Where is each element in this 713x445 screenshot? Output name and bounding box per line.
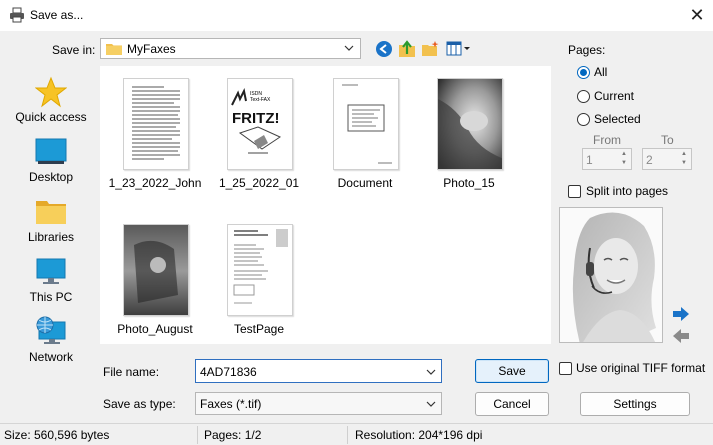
printer-icon — [10, 7, 24, 23]
view-menu-icon[interactable] — [446, 41, 471, 57]
status-size: Size: 560,596 bytes — [4, 428, 110, 442]
back-icon[interactable] — [375, 40, 393, 58]
tiff-format-label[interactable]: Use original TIFF format — [576, 361, 705, 375]
places-bar: Quick access Desktop Libraries This PC N… — [8, 66, 94, 364]
to-label: To — [661, 133, 674, 147]
save-type-value: Faxes (*.tif) — [200, 397, 262, 411]
network-icon — [36, 316, 66, 344]
to-page-value: 2 — [646, 153, 653, 167]
preview-image — [559, 207, 663, 343]
desktop-icon — [35, 138, 67, 164]
title-bar: Save as... ✕ — [0, 0, 713, 31]
save-in-combobox[interactable]: MyFaxes — [100, 38, 361, 59]
chevron-down-icon — [344, 45, 354, 51]
file-name-input[interactable]: 4AD71836 — [195, 359, 442, 383]
star-icon — [35, 76, 67, 108]
save-button[interactable]: Save — [475, 359, 549, 383]
file-name: Photo_August — [117, 322, 193, 336]
file-thumbnail — [123, 78, 189, 170]
spin-up-icon[interactable]: ▲ — [678, 150, 690, 159]
place-label: Libraries — [27, 230, 75, 244]
file-item[interactable]: Photo_15 — [420, 70, 518, 190]
chevron-down-icon[interactable] — [426, 367, 436, 377]
file-name: Photo_15 — [443, 176, 495, 190]
up-folder-icon[interactable] — [398, 39, 416, 58]
pages-label: Pages: — [568, 43, 606, 57]
next-page-arrow-icon[interactable] — [672, 307, 690, 321]
fritz-logo: FRITZ! — [232, 110, 279, 127]
file-item[interactable]: 1_23_2022_John — [106, 70, 204, 190]
from-label: From — [593, 133, 621, 147]
file-item[interactable]: Document — [316, 70, 414, 190]
file-thumbnail — [123, 224, 189, 316]
pages-current-radio[interactable] — [577, 90, 590, 103]
file-name: 1_23_2022_John — [108, 176, 202, 190]
pages-selected-label[interactable]: Selected — [594, 112, 641, 126]
file-name: TestPage — [233, 322, 285, 336]
file-thumbnail: ISDN Text-FAX FRITZ! — [227, 78, 293, 170]
prev-page-arrow-icon[interactable] — [672, 329, 690, 343]
close-button[interactable]: ✕ — [681, 0, 713, 31]
file-name-label: File name: — [103, 365, 160, 379]
spin-up-icon[interactable]: ▲ — [618, 150, 630, 159]
file-list[interactable]: 1_23_2022_John ISDN Text-FAX FRITZ! 1_25… — [100, 66, 551, 344]
file-thumbnail — [333, 78, 399, 170]
to-page-spinner[interactable]: 2 ▲ ▼ — [642, 148, 692, 170]
save-in-label: Save in: — [52, 43, 96, 57]
save-type-label: Save as type: — [103, 397, 176, 411]
from-page-value: 1 — [586, 153, 593, 167]
status-bar: Size: 560,596 bytes Pages: 1/2 Resolutio… — [0, 423, 713, 445]
new-folder-icon[interactable] — [421, 40, 440, 58]
place-label: Desktop — [28, 170, 74, 184]
this-pc-icon — [36, 258, 66, 284]
split-pages-label[interactable]: Split into pages — [586, 184, 668, 198]
spin-down-icon[interactable]: ▼ — [618, 159, 630, 168]
folder-icon — [106, 44, 122, 55]
fax-thumb-textfax: Text-FAX — [250, 97, 271, 103]
pages-current-label[interactable]: Current — [594, 89, 634, 103]
chevron-down-icon — [426, 401, 436, 407]
settings-button[interactable]: Settings — [580, 392, 690, 416]
file-thumbnail — [227, 224, 293, 316]
file-name: Document — [337, 176, 393, 190]
cancel-button[interactable]: Cancel — [475, 392, 549, 416]
from-page-spinner[interactable]: 1 ▲ ▼ — [582, 148, 632, 170]
pages-selected-radio[interactable] — [577, 113, 590, 126]
place-label: Quick access — [15, 110, 87, 124]
place-label: This PC — [29, 290, 73, 304]
status-pages: Pages: 1/2 — [204, 428, 262, 442]
pages-all-radio[interactable] — [577, 66, 590, 79]
file-name-value: 4AD71836 — [200, 365, 257, 379]
file-item[interactable]: ISDN Text-FAX FRITZ! 1_25_2022_01 — [210, 70, 308, 190]
tiff-format-checkbox[interactable] — [559, 362, 572, 375]
file-item[interactable]: TestPage — [210, 216, 308, 336]
status-resolution: Resolution: 204*196 dpi — [355, 428, 483, 442]
file-name: 1_25_2022_01 — [218, 176, 300, 190]
file-item[interactable]: Photo_August — [106, 216, 204, 336]
split-pages-checkbox[interactable] — [568, 185, 581, 198]
file-thumbnail — [437, 78, 503, 170]
pages-all-label[interactable]: All — [594, 65, 607, 79]
spin-down-icon[interactable]: ▼ — [678, 159, 690, 168]
save-type-select[interactable]: Faxes (*.tif) — [195, 392, 442, 415]
save-in-value: MyFaxes — [127, 42, 176, 56]
place-label: Network — [28, 350, 73, 364]
window-title: Save as... — [30, 8, 84, 22]
libraries-icon — [36, 201, 66, 224]
